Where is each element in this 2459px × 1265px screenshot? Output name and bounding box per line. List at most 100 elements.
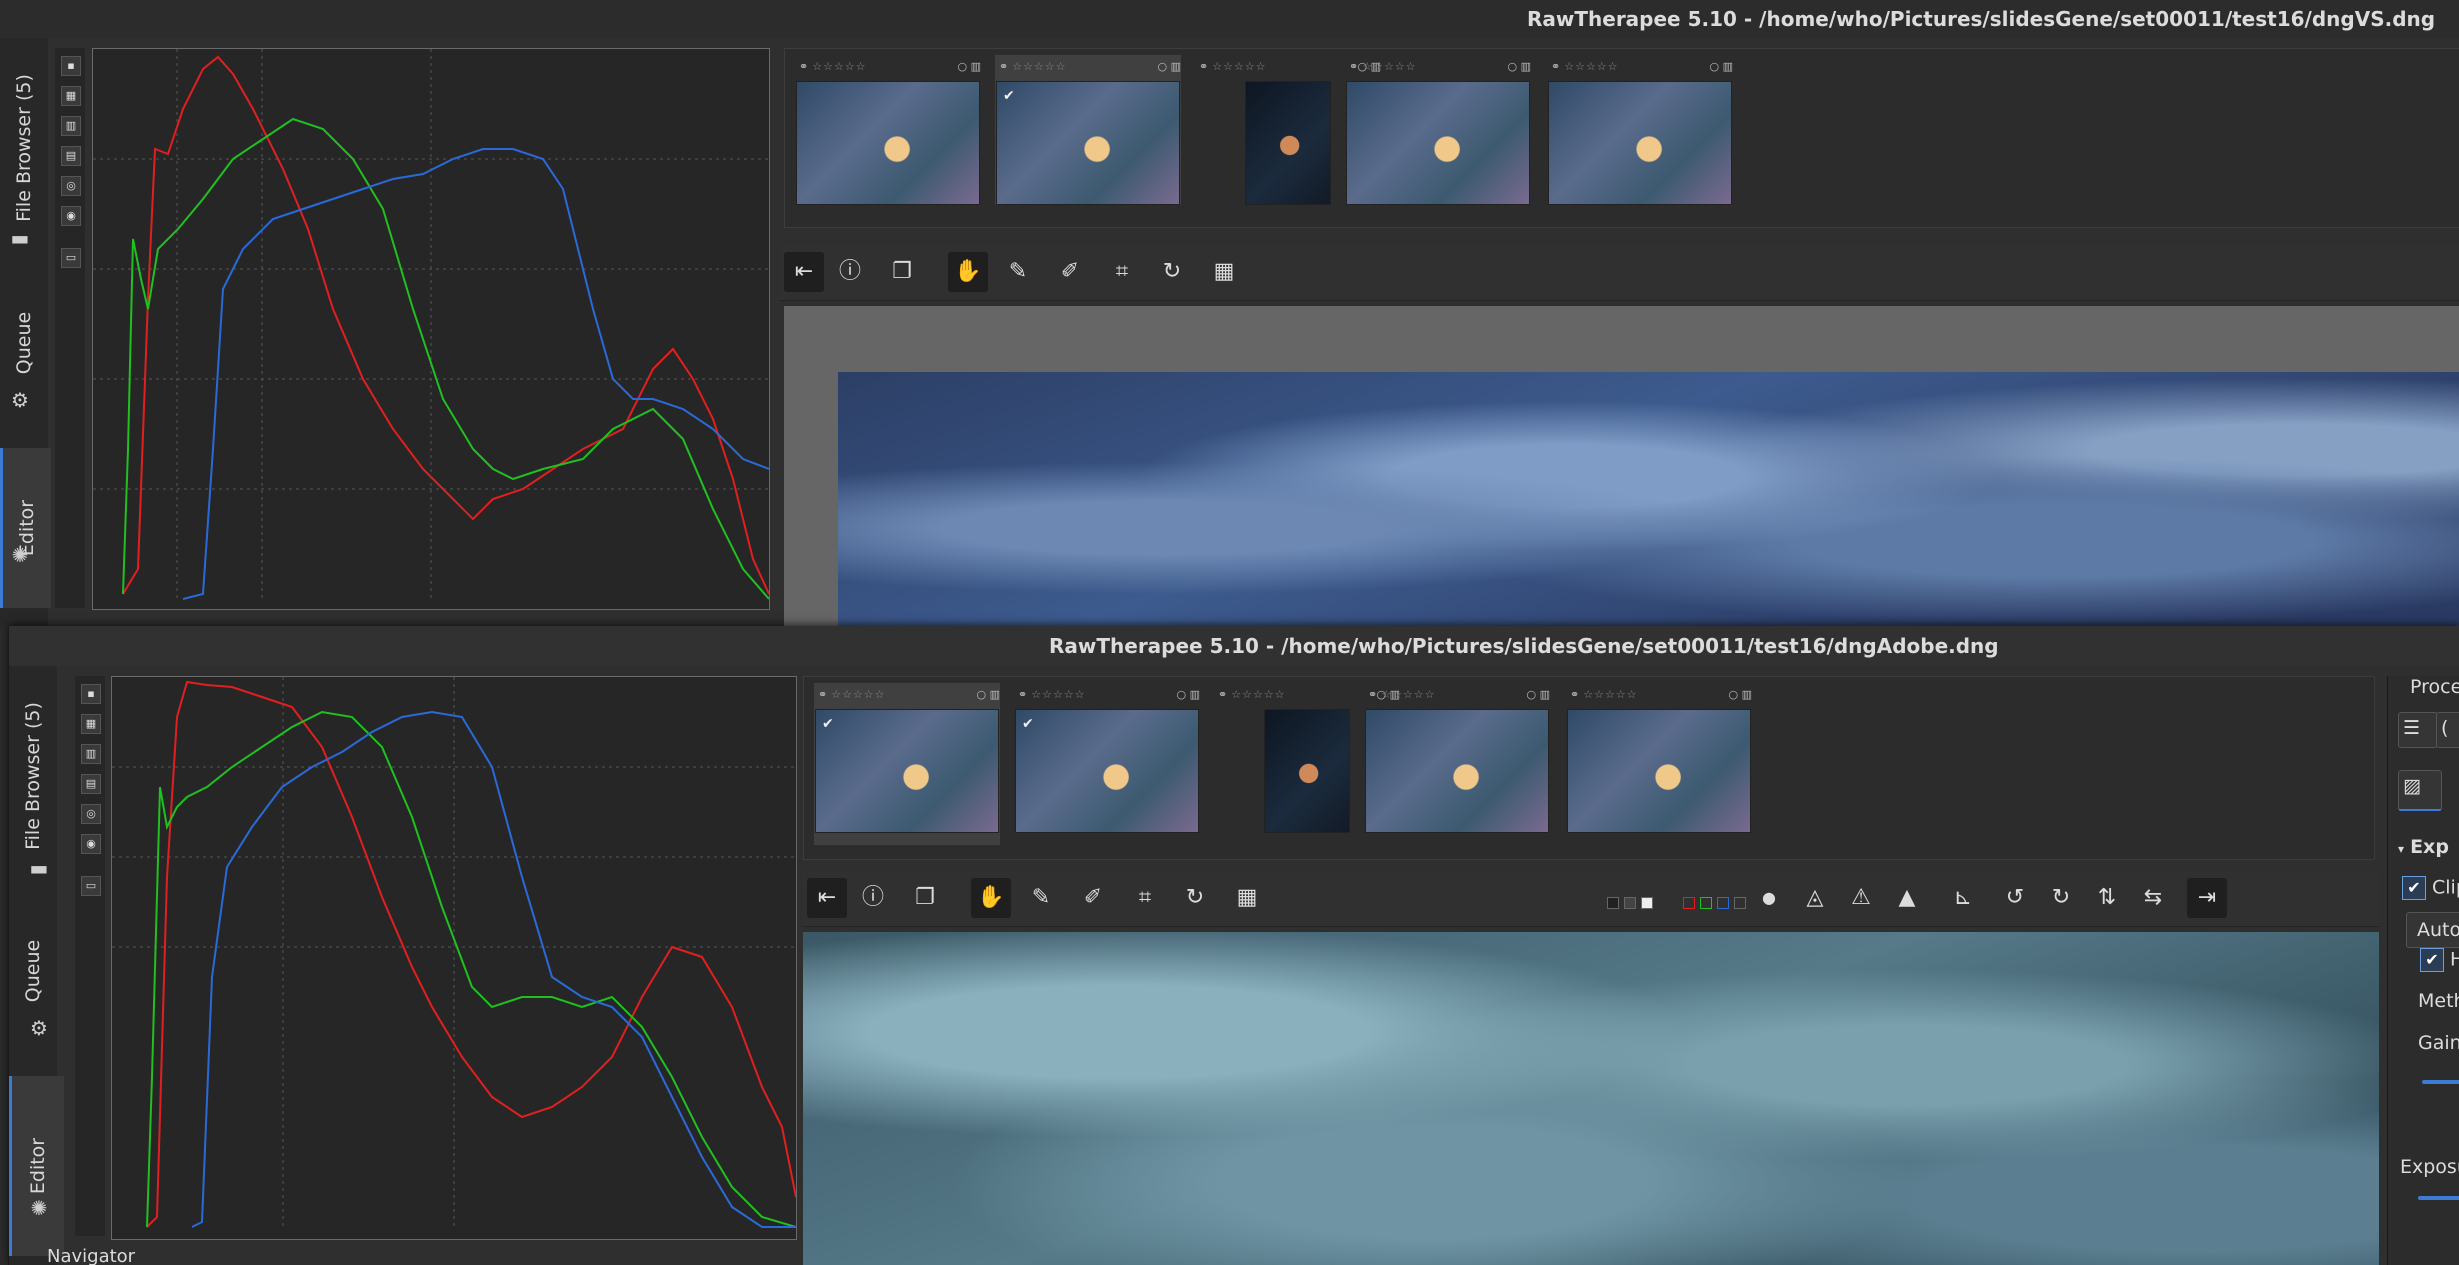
panel-left-icon[interactable]: ⇤	[807, 878, 847, 918]
star-rating[interactable]: ☆☆☆☆☆	[831, 688, 885, 701]
histogram-plot	[93, 49, 769, 600]
tab-queue[interactable]: Queue	[9, 916, 57, 1026]
histogram-rgb-icon[interactable]: ▦	[81, 714, 101, 734]
before-after-icon[interactable]: ❐	[905, 878, 945, 918]
before-after-icon[interactable]: ❐	[882, 252, 922, 292]
gain-slider[interactable]	[2422, 1080, 2459, 1084]
star-rating[interactable]: ☆☆☆☆☆	[1031, 688, 1085, 701]
rotate-right-icon[interactable]: ↻	[2041, 878, 2081, 918]
thumbnail[interactable]: ⚭ ☆☆☆☆☆ ○ ▥	[1364, 683, 1550, 833]
shadow-clipping-icon[interactable]: ⚠	[1841, 878, 1881, 918]
tab-editor[interactable]: Editor	[0, 448, 51, 608]
histogram-luma-icon[interactable]: ▤	[61, 146, 81, 166]
tab-file-browser[interactable]: File Browser (5)	[9, 686, 57, 866]
preview-area[interactable]	[784, 306, 2459, 626]
preview-image[interactable]	[803, 932, 2379, 1265]
thumbnail-selected[interactable]: ⚭ ☆☆☆☆☆ ○ ▥ ✔	[995, 55, 1181, 205]
perspective-icon[interactable]: ▦	[1204, 252, 1244, 292]
background-color-toggles[interactable]	[1607, 892, 1654, 911]
straighten-icon[interactable]: ⊾	[1943, 878, 1983, 918]
star-rating[interactable]: ☆☆☆☆☆	[1583, 688, 1637, 701]
spot-removal-icon[interactable]: ✐	[1073, 878, 1113, 918]
thumbnail[interactable]: ⚭ ☆☆☆☆☆ ○ ▥	[1547, 55, 1733, 205]
exposure-tab-icon[interactable]: ▨	[2398, 770, 2442, 811]
histogram-raw-icon[interactable]: ◉	[61, 206, 81, 226]
auto-button[interactable]: Auto	[2406, 912, 2459, 948]
profile-list-icon[interactable]: ☰	[2398, 712, 2438, 748]
thumbnail-image: ✔	[815, 709, 999, 833]
trash-icon[interactable]: ○ ▥	[958, 60, 982, 73]
trash-icon[interactable]: ○ ▥	[1177, 688, 1201, 701]
histogram-mode-icon[interactable]: ▭	[81, 876, 101, 896]
histogram-chroma-icon[interactable]: ◎	[61, 176, 81, 196]
thumbnail[interactable]: ⚭ ☆☆☆☆☆ ○ ▥ ✔	[1014, 683, 1200, 833]
rotate-left-icon[interactable]: ↺	[1995, 878, 2035, 918]
exposure-header[interactable]: ▾ Exp	[2398, 836, 2449, 858]
highlight-clipping-icon[interactable]: ▲	[1887, 878, 1927, 918]
eyedropper-icon[interactable]: ✎	[1021, 878, 1061, 918]
folder-icon: ▬	[10, 226, 30, 250]
trash-icon[interactable]: ○ ▥	[977, 688, 1001, 701]
histogram-channels-icon[interactable]: ▥	[81, 744, 101, 764]
gears-icon: ⚙	[30, 1016, 48, 1040]
thumbnail[interactable]: ⚭ ☆☆☆☆☆ ○ ▥	[795, 55, 981, 205]
flip-horizontal-icon[interactable]: ⇆	[2133, 878, 2173, 918]
info-icon[interactable]: ⓘ	[853, 878, 893, 918]
checkmark-icon: ✔	[1022, 716, 1034, 732]
panel-left-icon[interactable]: ⇤	[784, 252, 824, 292]
star-rating[interactable]: ☆☆☆☆☆	[1231, 688, 1285, 701]
thumbnail[interactable]: ⚭ ☆☆☆☆☆ ○ ▥	[1566, 683, 1752, 833]
star-rating[interactable]: ☆☆☆☆☆	[1212, 60, 1266, 73]
star-rating[interactable]: ☆☆☆☆☆	[1381, 688, 1435, 701]
tab-queue[interactable]: Queue	[0, 288, 48, 398]
thumbnail-image: ✔	[1015, 709, 1199, 833]
histogram-rgb-icon[interactable]: ▦	[61, 86, 81, 106]
hand-icon[interactable]: ✋	[948, 252, 988, 292]
histogram-chroma-icon[interactable]: ◎	[81, 804, 101, 824]
histogram-channels-icon[interactable]: ▥	[61, 116, 81, 136]
info-icon[interactable]: ⓘ	[830, 252, 870, 292]
thumbnail-selected[interactable]: ⚭ ☆☆☆☆☆ ○ ▥ ✔	[814, 683, 1000, 845]
thumbnail[interactable]: ⚭ ☆☆☆☆☆ ○ ▥	[1345, 55, 1531, 205]
trash-icon[interactable]: ○ ▥	[1508, 60, 1532, 73]
exposure-slider[interactable]	[2418, 1196, 2459, 1200]
star-rating[interactable]: ☆☆☆☆☆	[1012, 60, 1066, 73]
channel-toggles[interactable]	[1683, 892, 1747, 911]
thumbnail-image	[796, 81, 980, 205]
histogram-red-curve	[146, 680, 796, 1228]
trash-icon[interactable]: ○ ▥	[1729, 688, 1753, 701]
clip-checkbox[interactable]: ✔Clip	[2402, 876, 2459, 900]
flip-vertical-icon[interactable]: ⇅	[2087, 878, 2127, 918]
star-rating[interactable]: ☆☆☆☆☆	[1362, 60, 1416, 73]
star-rating[interactable]: ☆☆☆☆☆	[812, 60, 866, 73]
histogram-mode-icon[interactable]: ▭	[61, 248, 81, 268]
histogram-luma-icon[interactable]: ▤	[81, 774, 101, 794]
window-title: RawTherapee 5.10 - /home/who/Pictures/sl…	[0, 0, 2459, 38]
histogram-raw-icon[interactable]: ◉	[81, 834, 101, 854]
spot-removal-icon[interactable]: ✐	[1050, 252, 1090, 292]
star-rating[interactable]: ☆☆☆☆☆	[1564, 60, 1618, 73]
thumbnail-image	[1567, 709, 1751, 833]
crop-icon[interactable]: ⌗	[1125, 878, 1165, 918]
rotate-icon[interactable]: ↻	[1152, 252, 1192, 292]
trash-icon[interactable]: ○ ▥	[1710, 60, 1734, 73]
trash-icon[interactable]: ○ ▥	[1527, 688, 1551, 701]
editor-toolbar: ⇤ ⓘ ❐ ✋ ✎ ✐ ⌗ ↻ ▦ ● ◬ ⚠ ▲ ⊾ ↺ ↻ ⇅ ⇆ ⇥	[803, 870, 2379, 927]
crop-icon[interactable]: ⌗	[1102, 252, 1142, 292]
profile-button[interactable]: (	[2436, 712, 2459, 748]
false-color-icon[interactable]: ◬	[1795, 878, 1835, 918]
hand-icon[interactable]: ✋	[971, 878, 1011, 918]
focus-mask-icon[interactable]: ●	[1749, 878, 1789, 918]
histogram-full-icon[interactable]: ▪	[81, 684, 101, 704]
highlight-recon-checkbox[interactable]: ✔H	[2420, 948, 2459, 972]
tab-file-browser[interactable]: File Browser (5)	[0, 58, 48, 238]
panel-right-icon[interactable]: ⇥	[2187, 878, 2227, 918]
eyedropper-icon[interactable]: ✎	[998, 252, 1038, 292]
vertical-tab-bar: File Browser (5) ▬ Queue ⚙ Editor ✺	[0, 38, 51, 626]
tab-editor[interactable]: Editor	[9, 1076, 64, 1256]
perspective-icon[interactable]: ▦	[1227, 878, 1267, 918]
navigator-label: Navigator	[47, 1246, 136, 1265]
histogram-full-icon[interactable]: ▪	[61, 56, 81, 76]
trash-icon[interactable]: ○ ▥	[1158, 60, 1182, 73]
rotate-icon[interactable]: ↻	[1175, 878, 1215, 918]
